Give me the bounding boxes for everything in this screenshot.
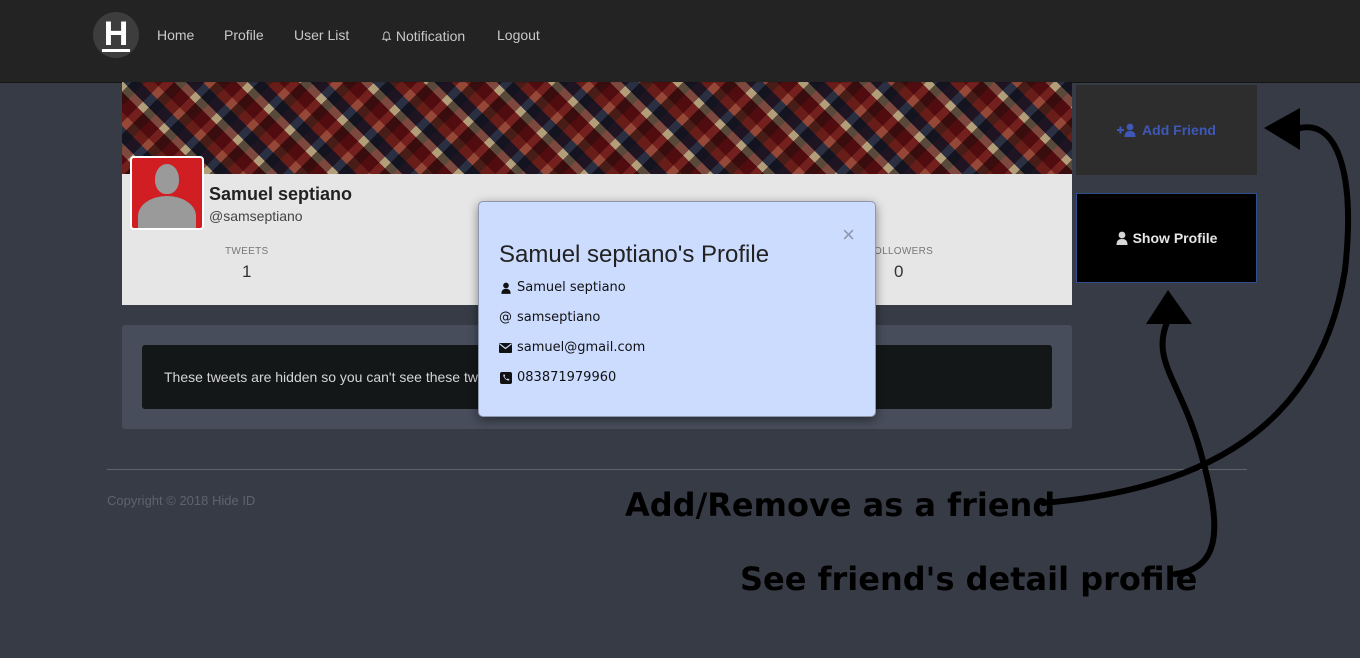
annotation-add-remove: Add/Remove as a friend xyxy=(625,486,1056,524)
annotation-see-detail: See friend's detail profile xyxy=(740,560,1198,598)
